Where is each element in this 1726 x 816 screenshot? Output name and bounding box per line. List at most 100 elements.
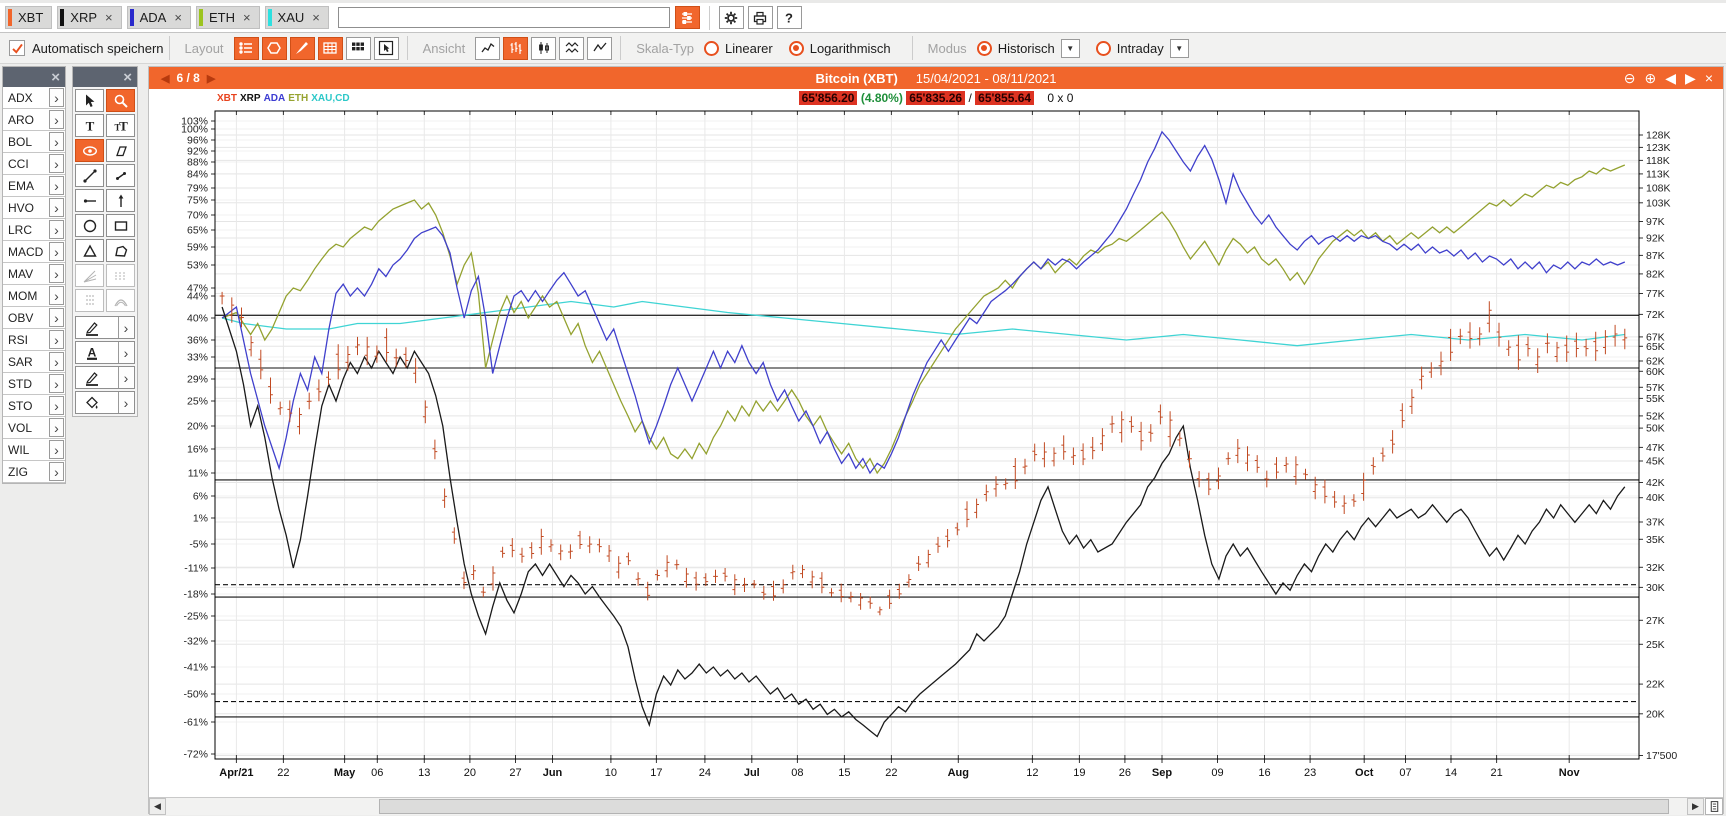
- indicator-bol[interactable]: BOL›: [3, 131, 65, 153]
- indicator-rsi[interactable]: RSI›: [3, 329, 65, 351]
- expand-chevron-icon[interactable]: ›: [118, 317, 133, 338]
- view-mountain-button[interactable]: [587, 37, 612, 60]
- expand-chevron-icon[interactable]: ›: [118, 342, 133, 363]
- price-chart[interactable]: Apr/2122May06132027Jun101724Jul081522Aug…: [149, 109, 1725, 797]
- layout-table-button[interactable]: [318, 37, 343, 60]
- indicator-mav[interactable]: MAV›: [3, 263, 65, 285]
- expand-chevron-icon[interactable]: ›: [49, 264, 64, 283]
- indicator-adx[interactable]: ADX›: [3, 87, 65, 109]
- font-color-tool[interactable]: A›: [75, 341, 135, 364]
- expand-chevron-icon[interactable]: ›: [49, 374, 64, 393]
- tab-xbt[interactable]: XBT: [5, 6, 52, 29]
- tab-xau[interactable]: XAU×: [265, 6, 329, 29]
- fan-lines-tool[interactable]: [75, 264, 104, 287]
- scroll-left-icon[interactable]: ◀: [1665, 71, 1676, 85]
- trendline-tool[interactable]: [75, 164, 104, 187]
- page-icon[interactable]: [1705, 798, 1723, 815]
- tab-close-icon[interactable]: ×: [174, 11, 182, 24]
- indicator-lrc[interactable]: LRC›: [3, 219, 65, 241]
- ellipse-tool[interactable]: [75, 214, 104, 237]
- tab-close-icon[interactable]: ×: [312, 11, 320, 24]
- radio-historical[interactable]: [977, 41, 992, 56]
- indicator-wil[interactable]: WIL›: [3, 439, 65, 461]
- expand-chevron-icon[interactable]: ›: [49, 176, 64, 195]
- eraser-tool[interactable]: [106, 139, 135, 162]
- help-button[interactable]: ?: [777, 6, 802, 29]
- indicator-aro[interactable]: ARO›: [3, 109, 65, 131]
- chart-settings-button[interactable]: [675, 6, 700, 29]
- symbol-input[interactable]: [338, 7, 670, 28]
- radio-intraday[interactable]: [1096, 41, 1111, 56]
- expand-chevron-icon[interactable]: ›: [49, 242, 64, 261]
- expand-chevron-icon[interactable]: ›: [49, 88, 64, 107]
- layout-grid-button[interactable]: [346, 37, 371, 60]
- scrollbar-right-arrow[interactable]: ▶: [1687, 798, 1704, 815]
- indicator-std[interactable]: STD›: [3, 373, 65, 395]
- indicator-sar[interactable]: SAR›: [3, 351, 65, 373]
- scrollbar-thumb[interactable]: [379, 799, 1669, 814]
- indicator-zig[interactable]: ZIG›: [3, 461, 65, 483]
- zoom-tool[interactable]: [106, 89, 135, 112]
- scrollbar-left-arrow[interactable]: ◀: [149, 798, 166, 815]
- layout-draw-button[interactable]: [290, 37, 315, 60]
- view-multiline-button[interactable]: [559, 37, 584, 60]
- indicator-sto[interactable]: STO›: [3, 395, 65, 417]
- settings-button[interactable]: [719, 6, 744, 29]
- expand-chevron-icon[interactable]: ›: [49, 418, 64, 437]
- autosave-checkbox[interactable]: [9, 40, 25, 56]
- close-icon[interactable]: ×: [51, 70, 60, 85]
- pager-prev-icon[interactable]: ◀: [161, 72, 169, 85]
- tab-eth[interactable]: ETH×: [196, 6, 260, 29]
- expand-chevron-icon[interactable]: ›: [49, 286, 64, 305]
- rectangle-tool[interactable]: [106, 214, 135, 237]
- expand-chevron-icon[interactable]: ›: [49, 352, 64, 371]
- indicator-obv[interactable]: OBV›: [3, 307, 65, 329]
- tab-close-icon[interactable]: ×: [105, 11, 113, 24]
- indicator-cci[interactable]: CCI›: [3, 153, 65, 175]
- expand-chevron-icon[interactable]: ›: [49, 462, 64, 481]
- radio-logarithmic[interactable]: [789, 41, 804, 56]
- tab-close-icon[interactable]: ×: [243, 11, 251, 24]
- indicator-vol[interactable]: VOL›: [3, 417, 65, 439]
- expand-chevron-icon[interactable]: ›: [49, 154, 64, 173]
- triangle-tool[interactable]: [75, 239, 104, 262]
- expand-chevron-icon[interactable]: ›: [49, 132, 64, 151]
- zoom-in-icon[interactable]: ⊕: [1645, 71, 1657, 85]
- layout-list-button[interactable]: [234, 37, 259, 60]
- radio-linear[interactable]: [704, 41, 719, 56]
- arc-tool[interactable]: [106, 289, 135, 312]
- layout-shape-button[interactable]: [262, 37, 287, 60]
- pen-color-tool[interactable]: ›: [75, 366, 135, 389]
- indicator-mom[interactable]: MOM›: [3, 285, 65, 307]
- expand-chevron-icon[interactable]: ›: [49, 330, 64, 349]
- view-candles-button[interactable]: [531, 37, 556, 60]
- tab-xrp[interactable]: XRP×: [57, 6, 121, 29]
- close-window-icon[interactable]: ×: [1705, 71, 1713, 85]
- indicator-hvo[interactable]: HVO›: [3, 197, 65, 219]
- dashed-lines-tool[interactable]: [106, 264, 135, 287]
- line-style-tool[interactable]: ›: [75, 316, 135, 339]
- expand-chevron-icon[interactable]: ›: [49, 198, 64, 217]
- expand-chevron-icon[interactable]: ›: [49, 220, 64, 239]
- view-ohlc-button[interactable]: [503, 37, 528, 60]
- expand-chevron-icon[interactable]: ›: [118, 367, 133, 388]
- vertical-arrow-tool[interactable]: [106, 189, 135, 212]
- expand-chevron-icon[interactable]: ›: [49, 440, 64, 459]
- close-icon[interactable]: ×: [123, 70, 132, 85]
- fill-color-tool[interactable]: ›: [75, 391, 135, 414]
- text-tool[interactable]: T: [75, 114, 104, 137]
- segment-tool[interactable]: [106, 164, 135, 187]
- visibility-tool[interactable]: [75, 139, 104, 162]
- scroll-right-icon[interactable]: ▶: [1685, 71, 1696, 85]
- layout-cursor-button[interactable]: [374, 37, 399, 60]
- expand-chevron-icon[interactable]: ›: [49, 396, 64, 415]
- view-line-button[interactable]: [475, 37, 500, 60]
- expand-chevron-icon[interactable]: ›: [49, 110, 64, 129]
- print-button[interactable]: [748, 6, 773, 29]
- zoom-out-icon[interactable]: ⊖: [1624, 71, 1636, 85]
- text-size-tool[interactable]: TT: [106, 114, 135, 137]
- expand-chevron-icon[interactable]: ›: [118, 392, 133, 413]
- horizontal-line-tool[interactable]: [75, 189, 104, 212]
- polygon-tool[interactable]: [106, 239, 135, 262]
- indicator-macd[interactable]: MACD›: [3, 241, 65, 263]
